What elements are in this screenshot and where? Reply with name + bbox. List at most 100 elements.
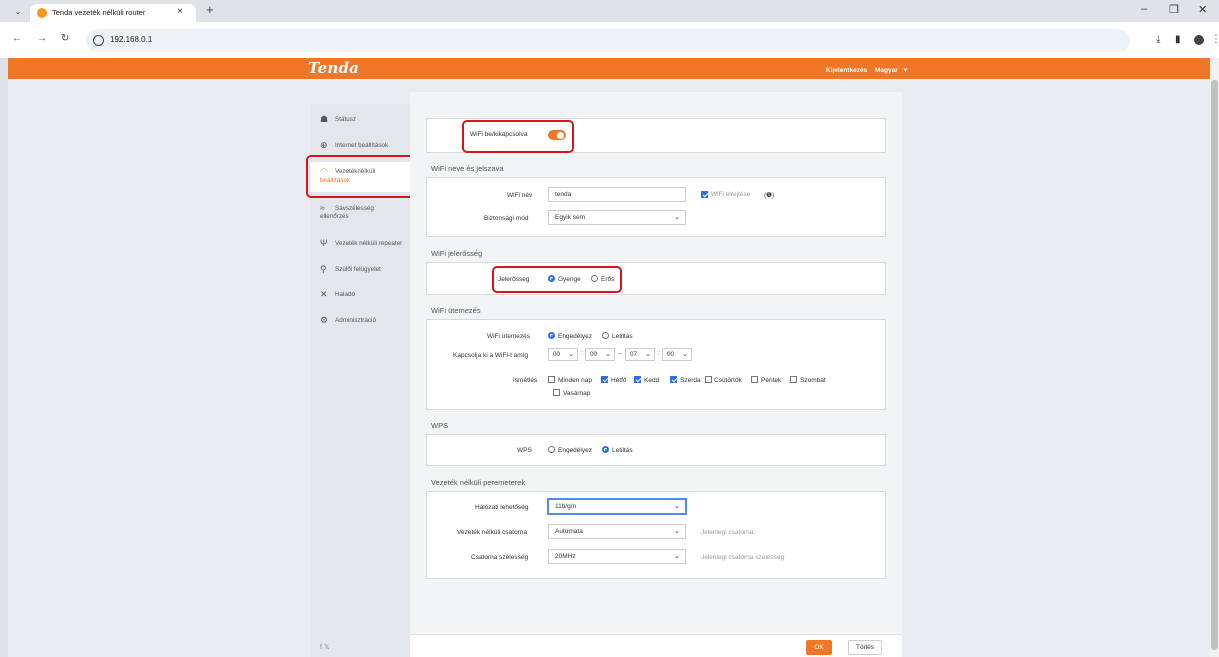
schedule-label: WiFi ütemezés — [487, 333, 530, 340]
help-icon[interactable]: (❶) — [764, 191, 774, 199]
security-mode-label: Biztonsági mód — [484, 215, 529, 222]
minimize-icon[interactable]: – — [1141, 3, 1147, 15]
browser-tab[interactable]: Tenda vezeték nélküli router × — [30, 4, 196, 22]
end-hour-value: 07 — [630, 351, 638, 358]
cancel-button[interactable]: Törlés — [848, 640, 882, 655]
day-tuesday-checkbox[interactable] — [634, 376, 641, 383]
menu-icon[interactable]: ⋮ — [1211, 34, 1219, 45]
sidebar-item-repeater[interactable]: Ψ Vezeték nélküli repeater — [311, 238, 410, 252]
chevron-down-icon: ⌄ — [568, 351, 574, 358]
day-sunday-checkbox[interactable] — [553, 389, 560, 396]
current-channel-width-label: Jelenlegi csatorna szélesség: — [701, 554, 786, 561]
repeat-label: Ismétlés — [513, 377, 538, 384]
close-tab-icon[interactable]: × — [177, 6, 183, 17]
sidebar-item-admin[interactable]: ⚙ Adminisztráció — [311, 315, 410, 329]
section-title-wps: WPS — [431, 421, 449, 430]
page-scrollbar[interactable] — [1210, 58, 1219, 657]
sidebar-item-parental[interactable]: ⚲ Szülői felügyelet — [311, 264, 410, 278]
forward-icon[interactable]: → — [37, 33, 47, 44]
sidebar-item-bandwidth[interactable]: ≈ Sávszélesség ellenőrzés — [311, 203, 410, 225]
sidebar-item-label: Sávszélesség — [335, 205, 374, 212]
chevron-down-icon: ⌄ — [674, 214, 680, 221]
address-bar[interactable]: 192.168.0.1 — [86, 29, 1130, 52]
highlight-wifi-toggle — [462, 120, 574, 153]
wps-label: WPS — [517, 447, 532, 454]
tenda-logo: Tenda — [308, 59, 360, 77]
tenda-favicon-icon — [37, 8, 47, 18]
sidepanel-icon[interactable]: ▮ — [1175, 34, 1181, 45]
day-label: Csütörtök — [714, 377, 742, 384]
sidebar-item-label: Adminisztráció — [335, 317, 376, 324]
day-monday-checkbox[interactable] — [601, 376, 608, 383]
router-header: Tenda Kijelentkezés Magyar ▾ — [8, 58, 1210, 79]
close-window-icon[interactable]: ✕ — [1198, 3, 1207, 16]
schedule-disable-radio[interactable] — [602, 332, 609, 339]
security-mode-select[interactable]: Egyik sem ⌄ — [548, 210, 686, 225]
chevron-down-icon: ⌄ — [645, 351, 651, 358]
end-hour-select[interactable]: 07 ⌄ — [625, 348, 655, 361]
status-icon: ☗ — [320, 114, 329, 124]
network-mode-select[interactable]: 11b/g/n ⌄ — [548, 499, 686, 514]
channel-width-value: 20MHz — [555, 553, 576, 560]
reload-icon[interactable]: ↻ — [61, 33, 69, 44]
sidebar-item-label: Szülői felügyelet — [335, 266, 381, 273]
wps-disable-radio[interactable] — [602, 446, 609, 453]
header-links: Kijelentkezés Magyar ▾ — [826, 66, 913, 74]
schedule-time-label: Kapcsolja ki a WiFi-t amíg — [453, 352, 529, 359]
social-links[interactable]: f 𝕏 — [320, 643, 330, 651]
sidebar-item-internet[interactable]: ⊕ Internet beállítások — [311, 140, 410, 154]
end-minute-select[interactable]: 00 ⌄ — [662, 348, 692, 361]
back-icon[interactable]: ← — [12, 33, 22, 44]
day-friday-checkbox[interactable] — [751, 376, 758, 383]
download-icon[interactable]: ⤓ — [1156, 34, 1160, 45]
hide-wifi-checkbox[interactable] — [701, 191, 708, 198]
section-title-params: Vezeték nélküli peremeterek — [431, 478, 526, 487]
new-tab-icon[interactable]: + — [206, 2, 214, 17]
sidebar-item-label: Internet beállítások — [335, 142, 389, 149]
schedule-enable-label: Engedélyez — [558, 333, 592, 340]
highlight-sidebar-wireless — [306, 155, 418, 198]
security-mode-value: Egyik sem — [555, 214, 585, 221]
channel-width-select[interactable]: 20MHz ⌄ — [548, 549, 686, 564]
chevron-down-icon: ⌄ — [682, 351, 688, 358]
scroll-thumb[interactable] — [1211, 80, 1218, 650]
hide-wifi-label: WiFi elrejtése — [711, 191, 751, 198]
wps-enable-label: Engedélyez — [558, 447, 592, 454]
network-mode-value: 11b/g/n — [555, 503, 577, 510]
sidebar-item-advanced[interactable]: ✕ Haladó — [311, 289, 410, 303]
start-minute-select[interactable]: 00 ⌄ — [585, 348, 615, 361]
tools-icon: ✕ — [320, 289, 328, 299]
ssid-label: WiFi név — [507, 192, 533, 199]
tab-search-icon[interactable]: ⌄ — [11, 5, 25, 18]
day-label: Péntek — [761, 377, 782, 384]
restore-icon[interactable]: ❐ — [1169, 3, 1179, 16]
schedule-enable-radio[interactable] — [548, 332, 555, 339]
day-thursday-checkbox[interactable] — [705, 376, 712, 383]
channel-select[interactable]: Automata ⌄ — [548, 524, 686, 539]
gears-icon: ⚙ — [320, 315, 329, 325]
language-selector[interactable]: Magyar ▾ — [875, 67, 907, 74]
globe-icon: ⊕ — [320, 140, 328, 150]
time-separator: : — [658, 350, 660, 357]
wps-enable-radio[interactable] — [548, 446, 555, 453]
start-minute-value: 00 — [590, 351, 598, 358]
channel-width-label: Csatorna szélesség — [471, 554, 529, 561]
profile-avatar[interactable] — [1194, 35, 1204, 45]
browser-toolbar: ← → ↻ 192.168.0.1 ⤓ ▮ ⋮ — [0, 22, 1219, 58]
start-hour-select[interactable]: 00 ⌄ — [548, 348, 578, 361]
day-everyday-checkbox[interactable] — [548, 376, 555, 383]
start-hour-value: 00 — [553, 351, 561, 358]
section-title-signal: WiFi jelerősség — [431, 249, 483, 258]
ok-button[interactable]: OK — [806, 640, 832, 655]
day-wednesday-checkbox[interactable] — [670, 376, 677, 383]
tab-title: Tenda vezeték nélküli router — [52, 8, 146, 17]
end-minute-value: 00 — [667, 351, 675, 358]
logout-link[interactable]: Kijelentkezés — [826, 67, 867, 74]
day-label: Szombat — [800, 377, 826, 384]
day-saturday-checkbox[interactable] — [790, 376, 797, 383]
sidebar-item-status[interactable]: ☗ Státusz — [311, 114, 410, 128]
ssid-input[interactable] — [548, 187, 686, 202]
site-info-icon[interactable] — [93, 35, 104, 46]
url-text: 192.168.0.1 — [110, 35, 153, 44]
day-label: Kedd — [644, 377, 660, 384]
